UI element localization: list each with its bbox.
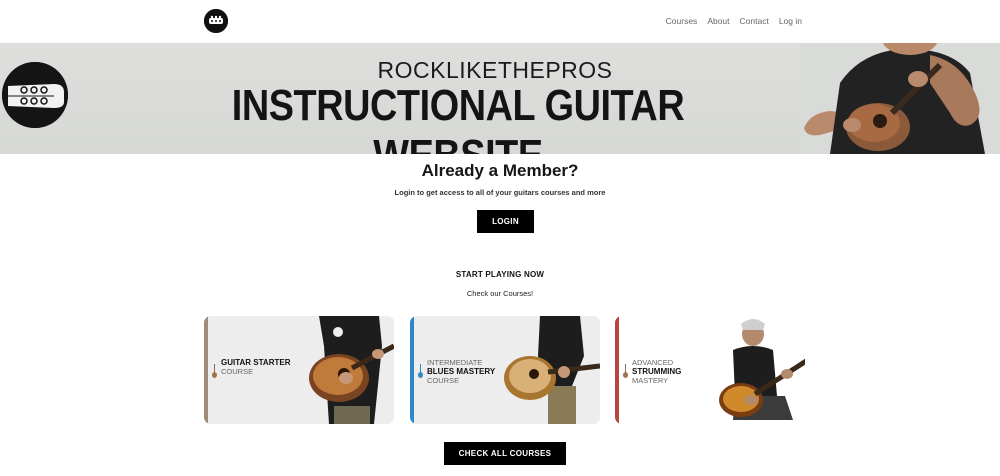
course-label: INTERMEDIATE BLUES MASTERY COURSE	[427, 358, 495, 385]
course-level: ADVANCED	[632, 358, 674, 367]
hero-title: INSTRUCTIONAL GUITAR WEBSITE	[231, 81, 685, 154]
course-card-blues-mastery[interactable]: INTERMEDIATE BLUES MASTERY COURSE	[410, 316, 600, 424]
hero-banner: ROCKLIKETHEPROS INSTRUCTIONAL GUITAR WEB…	[0, 43, 1000, 154]
guitarist-photo	[800, 43, 1000, 154]
course-name: BLUES MASTERY	[427, 367, 496, 376]
card-accent-stripe	[204, 316, 208, 424]
course-card-guitar-starter[interactable]: GUITAR STARTER COURSE	[204, 316, 394, 424]
course-label: GUITAR STARTER COURSE	[221, 358, 290, 376]
site-logo-icon[interactable]	[204, 9, 228, 33]
card-accent-stripe	[615, 316, 619, 424]
nav-link-about[interactable]: About	[707, 16, 729, 26]
card-accent-stripe	[410, 316, 414, 424]
course-label: ADVANCED STRUMMING MASTERY	[632, 358, 681, 385]
course-photo	[294, 316, 394, 424]
guitar-icon	[212, 364, 217, 378]
course-photo	[705, 316, 805, 424]
course-card-strumming-mastery[interactable]: ADVANCED STRUMMING MASTERY	[615, 316, 805, 424]
course-photo	[500, 316, 600, 424]
top-navigation-bar: Courses About Contact Log in	[0, 0, 1000, 43]
start-heading: START PLAYING NOW	[455, 270, 545, 279]
guitar-icon	[623, 364, 628, 378]
member-heading: Already a Member?	[421, 161, 579, 180]
check-all-courses-button[interactable]: CHECK ALL COURSES	[444, 442, 566, 465]
course-name: STRUMMING	[632, 367, 682, 376]
course-name: GUITAR STARTER	[221, 358, 291, 367]
main-nav: Courses About Contact Log in	[666, 16, 802, 26]
course-suffix: COURSE	[221, 367, 254, 376]
course-level: INTERMEDIATE	[427, 358, 483, 367]
course-suffix: COURSE	[427, 376, 460, 385]
course-suffix: MASTERY	[632, 376, 669, 385]
member-subtitle: Login to get access to all of your guita…	[394, 188, 606, 197]
nav-link-contact[interactable]: Contact	[740, 16, 769, 26]
login-button[interactable]: LOGIN	[477, 210, 534, 233]
nav-link-courses[interactable]: Courses	[666, 16, 698, 26]
guitar-icon	[418, 364, 423, 378]
nav-link-login[interactable]: Log in	[779, 16, 802, 26]
start-subtitle: Check our Courses!	[466, 289, 534, 298]
